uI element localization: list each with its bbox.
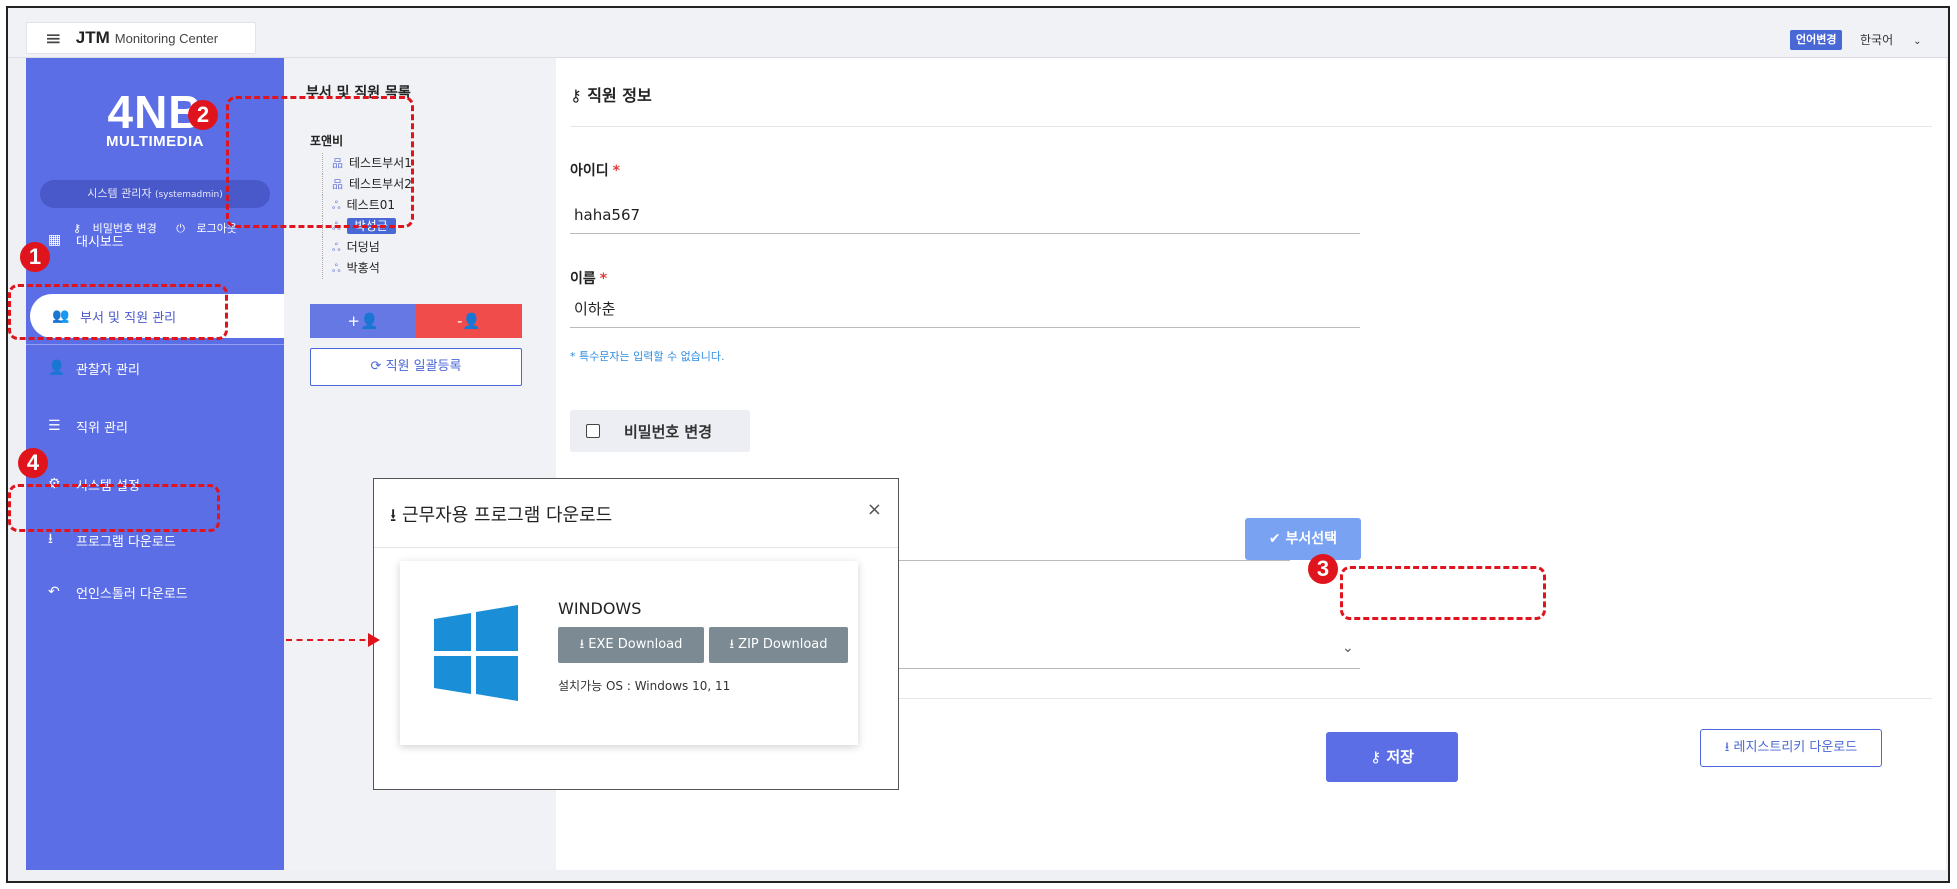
page-title: ⚷ 직원 정보 (570, 82, 652, 106)
refresh-icon: ⟳ (370, 359, 382, 374)
tree-node-label: 더덩넘 (346, 240, 380, 254)
tree-node-user[interactable]: ஃ 더덩넘 (310, 237, 412, 258)
hamburger-menu-icon[interactable]: ≡ (45, 26, 62, 50)
sidebar-item-observer[interactable]: 👤 관찰자 관리 (26, 346, 284, 390)
remove-staff-button[interactable]: -👤 (416, 304, 522, 338)
undo-icon: ↶ (48, 584, 60, 600)
program-download-modal: ⭳ 근무자용 프로그램 다운로드 × WINDOWS ⭳ EXE Downloa… (373, 478, 899, 790)
title-divider (570, 126, 1932, 127)
tree-node-label: 박홍석 (346, 261, 380, 275)
dashboard-icon: ▦ (48, 232, 62, 248)
id-label-text: 아이디 (570, 163, 609, 179)
modal-divider (374, 547, 898, 548)
sidebar-item-uninstaller-download[interactable]: ↶ 언인스톨러 다운로드 (26, 570, 284, 614)
sidebar-item-label: 언인스톨러 다운로드 (76, 586, 188, 602)
sidebar-item-position[interactable]: ☰ 직위 관리 (26, 404, 284, 448)
id-field[interactable]: haha567 (570, 196, 1360, 234)
annotation-badge-4: 4 (18, 448, 48, 478)
app-title-sub: Monitoring Center (114, 30, 219, 46)
windows-logo-icon (434, 605, 518, 701)
screenshot-frame: ≡ JTM Monitoring Center 언어변경 한국어 ⌄ 4NB MU… (6, 6, 1950, 883)
windows-download-card: WINDOWS ⭳ EXE Download ⭳ ZIP Download 설치… (400, 561, 858, 745)
change-password-label: 비밀번호 변경 (624, 422, 713, 441)
sidebar-item-label: 직위 관리 (76, 420, 128, 436)
download-icon: ⭳ (1724, 740, 1730, 755)
annotation-highlight-4 (8, 484, 220, 532)
zip-download-label: ZIP Download (738, 637, 828, 652)
bulk-register-button[interactable]: ⟳ 직원 일괄등록 (310, 348, 522, 386)
name-label: 이름 * (570, 268, 607, 288)
modal-title-text: 근무자용 프로그램 다운로드 (402, 505, 613, 526)
user-gear-icon: 👤 (48, 360, 66, 376)
user-icon: ஃ (332, 241, 341, 254)
remove-user-icon: -👤 (456, 312, 482, 330)
change-password-toggle[interactable]: 비밀번호 변경 (570, 410, 750, 452)
add-user-icon: +👤 (347, 312, 379, 330)
top-bar: ≡ JTM Monitoring Center 언어변경 한국어 ⌄ (8, 8, 1948, 58)
check-icon: ✔ (1268, 531, 1281, 547)
user-key-icon: ⚷ (1370, 748, 1382, 766)
name-label-text: 이름 (570, 271, 596, 287)
annotation-highlight-2 (226, 96, 414, 228)
name-hint: * 특수문자는 입력할 수 없습니다. (570, 350, 725, 363)
registry-key-label: 레지스트리키 다운로드 (1733, 740, 1858, 755)
chevron-down-icon: ⌄ (1913, 36, 1922, 47)
annotation-highlight-3 (1340, 566, 1546, 620)
sidebar-divider (26, 344, 284, 345)
download-icon: ⭳ (579, 637, 585, 652)
exe-download-button[interactable]: ⭳ EXE Download (558, 627, 704, 663)
language-selected-value: 한국어 (1860, 33, 1894, 47)
list-icon: ☰ (48, 418, 61, 434)
annotation-arrow-line (286, 639, 376, 641)
user-icon: ஃ (332, 262, 341, 275)
app-title-strong: JTM (75, 28, 110, 47)
exe-download-label: EXE Download (588, 637, 683, 652)
sidebar-item-label: 대시보드 (76, 234, 124, 250)
annotation-highlight-1 (8, 284, 228, 340)
select-dept-button[interactable]: ✔ 부서선택 (1245, 518, 1361, 560)
modal-title: ⭳ 근무자용 프로그램 다운로드 (390, 501, 612, 533)
annotation-arrow-head-icon (368, 633, 380, 647)
zip-download-button[interactable]: ⭳ ZIP Download (709, 627, 848, 663)
required-mark: * (612, 163, 620, 179)
page-title-text: 직원 정보 (587, 86, 652, 105)
tree-node-user[interactable]: ஃ 박홍석 (310, 258, 412, 279)
admin-id: (systemadmin) (154, 190, 223, 200)
id-label: 아이디 * (570, 160, 620, 180)
annotation-badge-3: 3 (1308, 554, 1338, 584)
chevron-down-icon: ⌄ (1342, 640, 1354, 656)
sidebar-item-label: 프로그램 다운로드 (76, 534, 176, 550)
os-name: WINDOWS (558, 599, 642, 618)
language-select[interactable]: 한국어 ⌄ (1860, 30, 1922, 50)
bulk-register-label: 직원 일괄등록 (385, 359, 462, 374)
change-password-checkbox[interactable] (586, 424, 600, 438)
supported-os-note: 설치가능 OS : Windows 10, 11 (558, 679, 731, 693)
sidebar-item-label: 관찰자 관리 (76, 362, 140, 378)
add-staff-button[interactable]: +👤 (310, 304, 416, 338)
app-brand: ≡ JTM Monitoring Center (26, 22, 256, 54)
select-dept-label: 부서선택 (1285, 531, 1338, 547)
registry-key-download-button[interactable]: ⭳ 레지스트리키 다운로드 (1700, 729, 1882, 767)
annotation-badge-1: 1 (20, 242, 50, 272)
admin-label: 시스템 관리자 (87, 187, 152, 200)
save-label: 저장 (1386, 748, 1414, 766)
user-key-icon: ⚷ (570, 86, 582, 105)
save-button[interactable]: ⚷ 저장 (1326, 732, 1458, 782)
download-icon: ⭳ (390, 505, 397, 526)
annotation-badge-2: 2 (188, 100, 218, 130)
name-field[interactable]: 이하춘 (570, 290, 1360, 328)
download-icon: ⭳ (729, 637, 735, 652)
language-change-button[interactable]: 언어변경 (1790, 30, 1843, 50)
close-icon[interactable]: × (867, 499, 882, 520)
required-mark: * (599, 271, 608, 287)
